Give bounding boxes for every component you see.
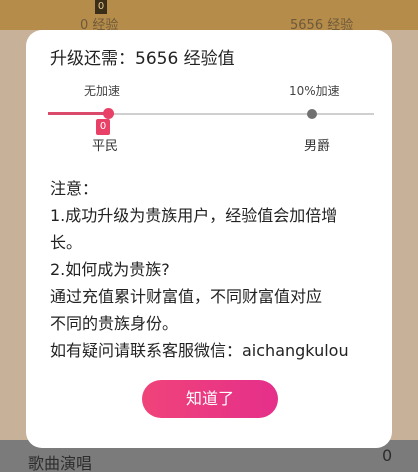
level-progress-fill [48,112,108,115]
boost-label: 10%加速 [289,84,340,98]
note-line: 1.成功升级为贵族用户，经验值会加倍增 [50,206,338,225]
current-level-badge: 0 [96,119,110,135]
note-line: 长。 [50,233,83,252]
got-it-button[interactable]: 知道了 [142,380,278,418]
upgrade-info-dialog: 升级还需：5656 经验值 无加速 10%加速 0 平民 男爵 注意： 1.成功… [26,30,392,448]
dialog-title: 升级还需：5656 经验值 [50,49,235,69]
current-rank-label: 平民 [92,139,119,154]
no-boost-label: 无加速 [84,84,121,98]
note-line: 2.如何成为贵族? [50,260,170,279]
background-song-label: 歌曲演唱 [28,454,93,473]
note-line: 不同的贵族身份。 [50,314,179,333]
notes-heading: 注意： [50,179,99,198]
background-header [0,0,418,30]
note-line: 通过充值累计财富值，不同财富值对应 [50,287,323,306]
next-level-marker [307,109,317,119]
current-level-marker [103,108,114,119]
background-level-badge: 0 [95,0,107,14]
background-song-count: 0 [382,446,393,465]
notes-section: 注意： 1.成功升级为贵族用户，经验值会加倍增 长。 2.如何成为贵族? 通过充… [50,175,380,364]
support-contact-line: 如有疑问请联系客服微信：aichangkulou [50,341,349,360]
next-rank-label: 男爵 [304,139,331,154]
